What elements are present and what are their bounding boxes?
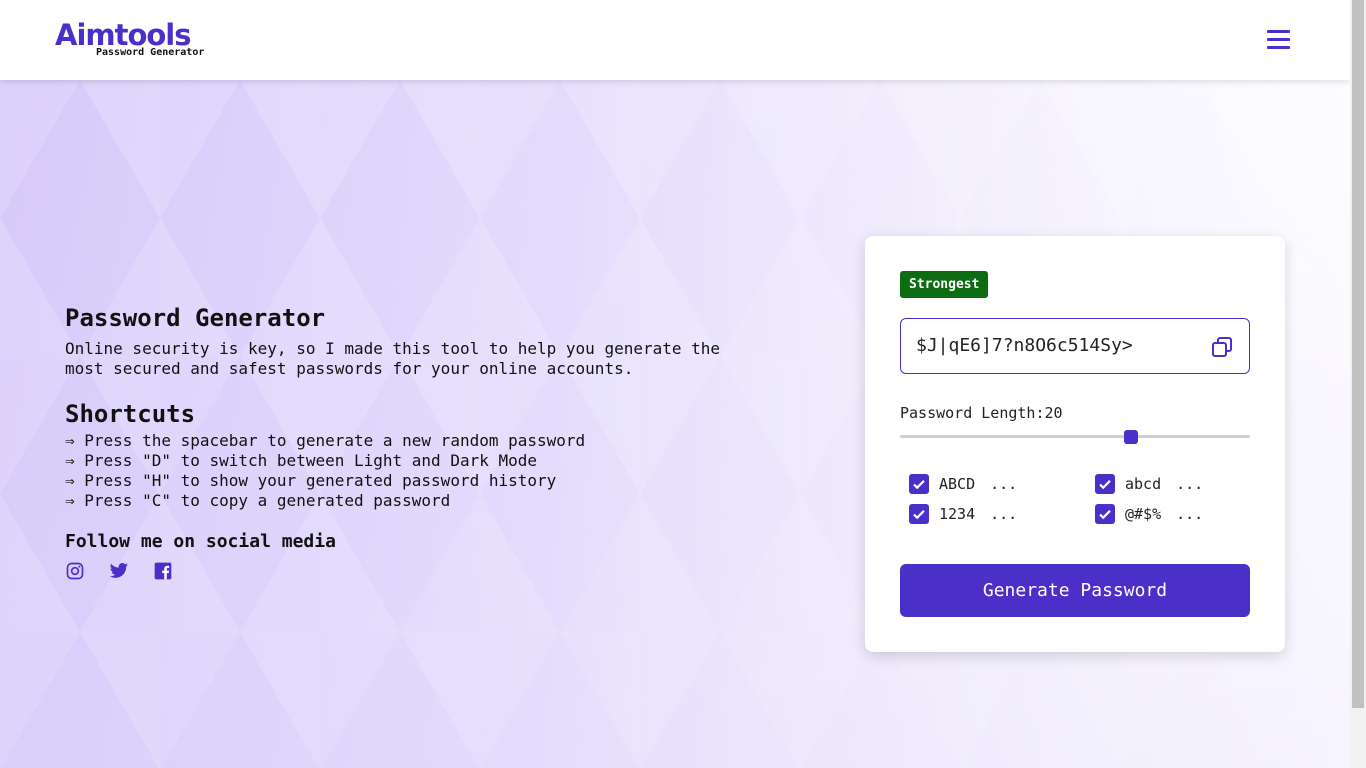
twitter-icon[interactable] <box>109 561 129 581</box>
shortcut-item: ⇒ Press "D" to switch between Light and … <box>65 451 538 470</box>
option-uppercase[interactable]: ABCD ... <box>909 474 1017 494</box>
checkbox-lowercase[interactable] <box>1095 474 1115 494</box>
shortcut-item: ⇒ Press "H" to show your generated passw… <box>65 471 557 490</box>
length-slider-track[interactable] <box>900 435 1250 438</box>
password-output[interactable]: $J|qE6]7?n8O6c514Sy> <box>900 318 1250 374</box>
facebook-icon[interactable] <box>153 561 173 581</box>
shortcut-item: ⇒ Press "C" to copy a generated password <box>65 491 451 510</box>
intro-description: Online security is key, so I made this t… <box>65 339 721 378</box>
option-lowercase[interactable]: abcd ... <box>1095 474 1203 494</box>
option-more-button[interactable]: ... <box>1176 475 1203 493</box>
checkbox-uppercase[interactable] <box>909 474 929 494</box>
option-more-button[interactable]: ... <box>990 505 1017 523</box>
check-icon <box>1099 510 1111 520</box>
option-symbols[interactable]: @#$% ... <box>1095 504 1203 524</box>
top-header: Aimtools Password Generator <box>0 0 1350 80</box>
checkbox-numbers[interactable] <box>909 504 929 524</box>
copy-icon[interactable] <box>1210 335 1234 359</box>
length-value: 20 <box>1044 404 1063 422</box>
page-title: Password Generator <box>65 304 326 332</box>
intro-section: Password Generator Online security is ke… <box>65 303 785 581</box>
strength-badge: Strongest <box>900 271 989 298</box>
logo-subtitle: Password Generator <box>96 47 205 58</box>
checkbox-symbols[interactable] <box>1095 504 1115 524</box>
length-slider-thumb[interactable] <box>1124 430 1138 444</box>
vertical-scrollbar[interactable] <box>1350 0 1366 768</box>
scrollbar-thumb[interactable] <box>1352 0 1364 708</box>
length-label-text: Password Length: <box>900 404 1045 422</box>
check-icon <box>913 480 925 490</box>
aimtools-logo[interactable]: Aimtools Password Generator <box>55 18 215 62</box>
password-text[interactable]: $J|qE6]7?n8O6c514Sy> <box>916 335 1133 356</box>
option-label: 1234 <box>939 505 976 523</box>
option-numbers[interactable]: 1234 ... <box>909 504 1017 524</box>
social-links <box>65 561 785 581</box>
social-heading: Follow me on social media <box>65 531 336 552</box>
option-label: ABCD <box>939 475 976 493</box>
option-label: abcd <box>1125 475 1162 493</box>
password-length-label: Password Length:20 <box>900 404 1063 422</box>
option-more-button[interactable]: ... <box>1176 505 1203 523</box>
check-icon <box>913 510 925 520</box>
check-icon <box>1099 480 1111 490</box>
option-more-button[interactable]: ... <box>990 475 1017 493</box>
shortcut-item: ⇒ Press the spacebar to generate a new r… <box>65 431 586 450</box>
option-label: @#$% <box>1125 505 1162 523</box>
instagram-icon[interactable] <box>65 561 85 581</box>
generator-card: Strongest $J|qE6]7?n8O6c514Sy> Password … <box>865 236 1285 652</box>
shortcuts-list: ⇒ Press the spacebar to generate a new r… <box>65 431 785 511</box>
hamburger-menu-icon[interactable] <box>1267 30 1290 50</box>
shortcuts-heading: Shortcuts <box>65 400 196 428</box>
generate-password-button[interactable]: Generate Password <box>900 564 1250 617</box>
